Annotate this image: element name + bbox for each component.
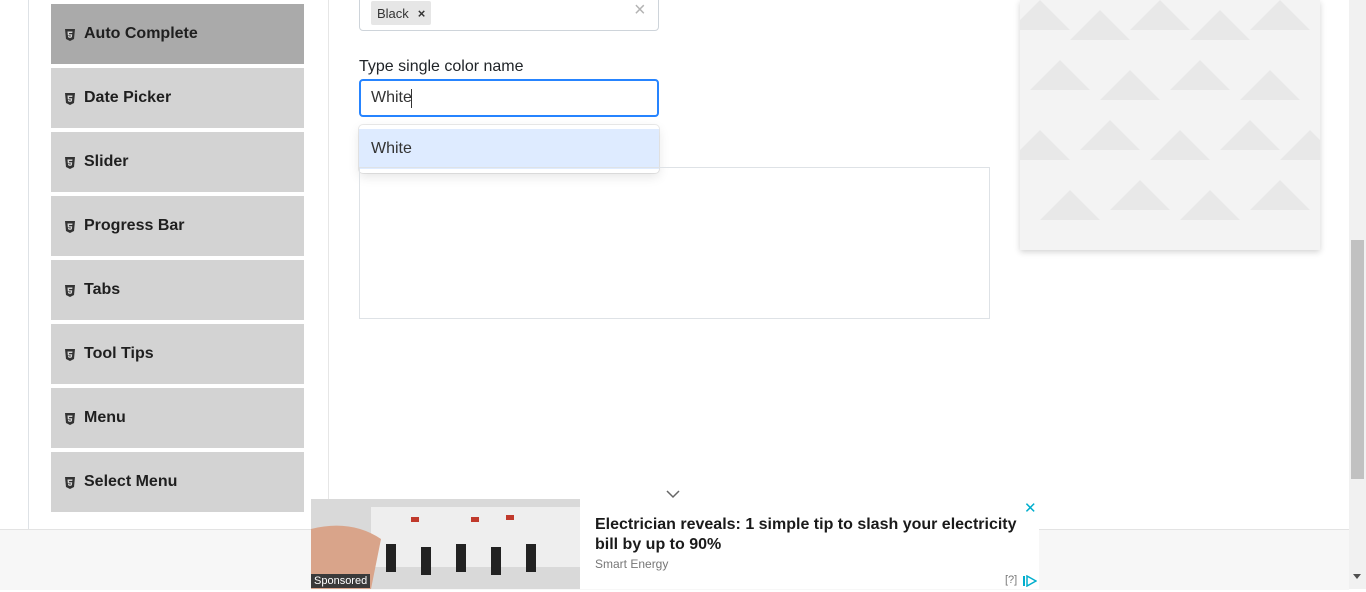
html5-icon	[65, 220, 75, 233]
autocomplete-option[interactable]: White	[359, 129, 659, 169]
sponsored-label: Sponsored	[311, 574, 371, 588]
sidebar-item-label: Tabs	[84, 281, 121, 298]
sidebar-item-slider[interactable]: Slider	[51, 130, 304, 192]
html5-icon	[65, 28, 75, 41]
adchoices-icon[interactable]	[1023, 574, 1038, 592]
sidebar-item-label: Date Picker	[84, 89, 172, 106]
sidebar-item-label: Select Menu	[84, 473, 178, 490]
left-divider	[28, 0, 29, 529]
ad-headline[interactable]: Electrician reveals: 1 simple tip to sla…	[595, 515, 1025, 555]
close-icon[interactable]: ✕	[1024, 499, 1037, 517]
sidebar-item-label: Auto Complete	[84, 25, 198, 42]
sidebar-item-auto-complete[interactable]: Auto Complete	[51, 2, 304, 64]
ad-brand: Smart Energy	[595, 557, 669, 571]
tag-label: Black	[377, 5, 409, 21]
tag-chip: Black ×	[371, 1, 432, 25]
side-ad-image[interactable]	[1020, 0, 1320, 250]
scrollbar-thumb[interactable]	[1351, 240, 1364, 479]
sidebar-item-label: Tool Tips	[84, 345, 154, 362]
sidebar-item-tabs[interactable]: Tabs	[51, 258, 304, 320]
sidebar-item-tool-tips[interactable]: Tool Tips	[51, 322, 304, 384]
sidebar-item-label: Slider	[84, 153, 129, 170]
html5-icon	[65, 92, 75, 105]
scroll-down-icon[interactable]	[1353, 574, 1361, 579]
html5-icon	[65, 476, 75, 489]
single-color-input[interactable]	[359, 79, 659, 117]
multi-color-input[interactable]: Black × ×	[359, 0, 659, 31]
empty-panel	[359, 167, 990, 319]
single-color-label: Type single color name	[359, 58, 524, 75]
ad-image[interactable]: Sponsored	[311, 499, 580, 589]
tag-remove-icon[interactable]: ×	[418, 6, 426, 21]
sidebar-item-label: Progress Bar	[84, 217, 185, 234]
sidebar-item-menu[interactable]: Menu	[51, 386, 304, 448]
page-scrollbar[interactable]	[1349, 0, 1366, 589]
html5-icon	[65, 156, 75, 169]
sidebar-item-select-menu[interactable]: Select Menu	[51, 450, 304, 512]
sidebar-item-date-picker[interactable]: Date Picker	[51, 66, 304, 128]
html5-icon	[65, 348, 75, 361]
ad-help-link[interactable]: [?]	[1005, 574, 1017, 586]
autocomplete-menu: White	[359, 125, 659, 173]
text-caret	[411, 89, 412, 108]
sidebar: Auto Complete Date Picker Slider Progres…	[51, 0, 304, 514]
html5-icon	[65, 284, 75, 297]
clear-icon[interactable]: ×	[634, 0, 646, 22]
content-divider	[328, 0, 329, 529]
sidebar-item-progress-bar[interactable]: Progress Bar	[51, 194, 304, 256]
sidebar-item-label: Menu	[84, 409, 126, 426]
ad-banner[interactable]: Sponsored Electrician reveals: 1 simple …	[311, 499, 1039, 589]
html5-icon	[65, 412, 75, 425]
